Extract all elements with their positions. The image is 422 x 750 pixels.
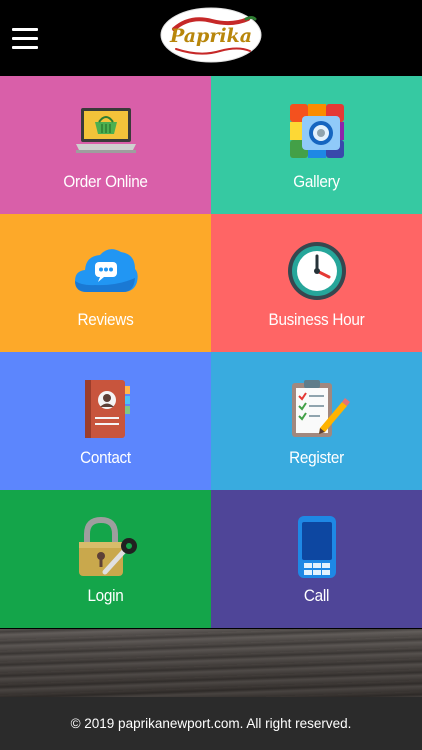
tile-call[interactable]: Call	[211, 490, 422, 628]
photo-gallery-icon	[284, 102, 350, 164]
tile-label: Order Online	[63, 172, 148, 191]
tile-label: Reviews	[77, 310, 134, 329]
chat-cloud-icon	[73, 240, 139, 302]
padlock-key-icon	[73, 516, 139, 578]
wood-texture-banner	[0, 629, 422, 697]
tile-order-online[interactable]: Order Online	[0, 76, 211, 214]
app-header: Paprika	[0, 0, 422, 76]
tile-label: Login	[87, 586, 124, 605]
tile-gallery[interactable]: Gallery	[211, 76, 422, 214]
footer: © 2019 paprikanewport.com. All right res…	[0, 697, 422, 750]
mobile-phone-icon	[284, 516, 350, 578]
tile-register[interactable]: Register	[211, 352, 422, 490]
hamburger-menu-icon[interactable]	[12, 28, 38, 50]
tile-reviews[interactable]: Reviews	[0, 214, 211, 352]
address-book-icon	[73, 378, 139, 440]
clipboard-checklist-icon	[284, 378, 350, 440]
tile-label: Gallery	[293, 172, 340, 191]
tile-contact[interactable]: Contact	[0, 352, 211, 490]
tile-label: Register	[289, 448, 344, 467]
laptop-basket-icon	[73, 102, 139, 164]
copyright-text: © 2019 paprikanewport.com. All right res…	[70, 716, 352, 731]
clock-icon	[284, 240, 350, 302]
logo-text: Paprika	[169, 25, 252, 47]
tile-label: Business Hour	[268, 310, 365, 329]
paprika-logo[interactable]: Paprika	[160, 7, 262, 63]
menu-grid: Order Online Gallery Reviews Business Ho…	[0, 76, 422, 629]
tile-business-hour[interactable]: Business Hour	[211, 214, 422, 352]
tile-label: Call	[303, 586, 330, 605]
tile-login[interactable]: Login	[0, 490, 211, 628]
tile-label: Contact	[80, 448, 131, 467]
